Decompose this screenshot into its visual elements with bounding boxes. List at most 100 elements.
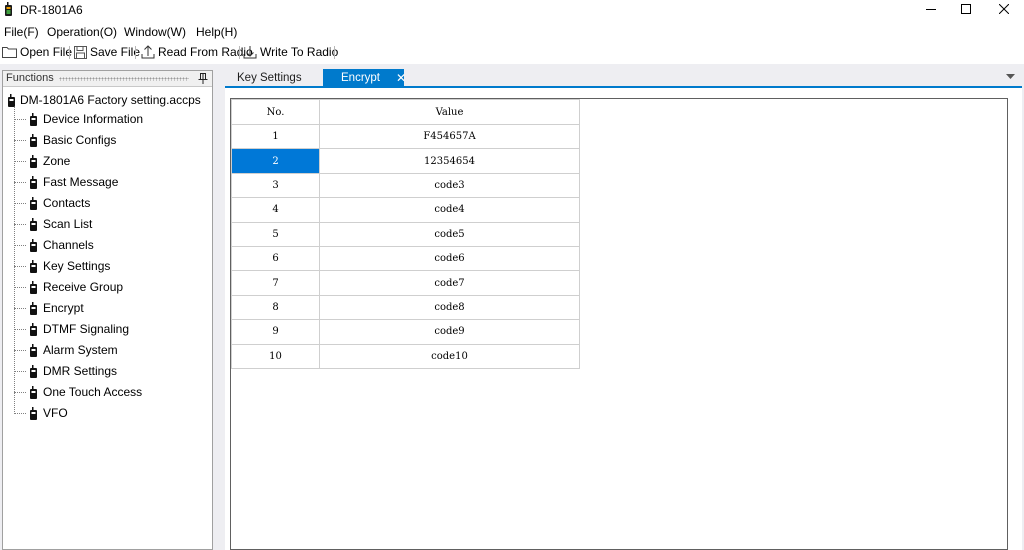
write-to-radio-button[interactable]: Write To Radio (243, 44, 338, 60)
tree-item-encrypt[interactable]: Encrypt (14, 299, 84, 317)
table-row[interactable]: 4 code4 (231, 197, 580, 223)
tree-item-label: Scan List (43, 217, 93, 231)
tree-item-scan-list[interactable]: Scan List (14, 215, 92, 233)
menu-window[interactable]: Window(W) (124, 25, 186, 39)
tab-encrypt-label: Encrypt (341, 71, 380, 84)
cell-no[interactable]: 2 (231, 148, 320, 174)
cell-value[interactable]: code9 (319, 319, 580, 345)
tree-item-label: Key Settings (43, 259, 111, 273)
radio-icon (30, 112, 37, 126)
tree-item-label: DMR Settings (43, 364, 118, 378)
toolbar: Open File Save File Read From Radio Writ… (0, 42, 1024, 62)
cell-value[interactable]: code3 (319, 172, 580, 199)
functions-panel-title: Functions (6, 72, 54, 84)
close-tab-icon[interactable]: ✕ (396, 71, 406, 85)
tree-item-zone[interactable]: Zone (14, 152, 70, 170)
menu-help[interactable]: Help(H) (196, 25, 237, 39)
tree-root-file[interactable]: DM-1801A6 Factory setting.accps (7, 93, 201, 107)
table-row[interactable]: 8 code8 (231, 294, 580, 321)
window-title: DR-1801A6 (20, 3, 83, 17)
tree-item-label: Contacts (43, 196, 91, 210)
cell-value[interactable]: code4 (319, 197, 580, 223)
cell-value[interactable]: code10 (319, 343, 580, 369)
save-file-button[interactable]: Save File (74, 44, 140, 60)
tree-item-label: Receive Group (43, 280, 124, 294)
table-row[interactable]: 5 code5 (231, 221, 580, 247)
encrypt-document: No. Value 1 F454657A 2 12354654 3 code3 (225, 88, 1022, 550)
tab-key-settings[interactable]: Key Settings (229, 69, 321, 86)
cell-value[interactable]: code5 (319, 221, 580, 247)
pin-icon[interactable] (197, 72, 209, 85)
tree-item-fast-message[interactable]: Fast Message (14, 173, 118, 191)
cell-no[interactable]: 8 (231, 294, 320, 321)
table-row[interactable]: 3 code3 (231, 172, 580, 199)
minimize-button[interactable] (914, 0, 948, 18)
tree-item-dtmf-signaling[interactable]: DTMF Signaling (14, 320, 129, 338)
menu-file[interactable]: File(F) (4, 25, 39, 39)
cell-no[interactable]: 5 (231, 221, 320, 247)
functions-panel-header[interactable]: Functions (3, 71, 212, 87)
tree-item-basic-configs[interactable]: Basic Configs (14, 131, 116, 149)
table-row[interactable]: 7 code7 (231, 270, 580, 296)
cell-value[interactable]: F454657A (319, 123, 580, 150)
read-from-radio-button[interactable]: Read From Radio (141, 44, 253, 60)
radio-icon (30, 364, 37, 378)
tree-item-contacts[interactable]: Contacts (14, 194, 90, 212)
column-header-value[interactable]: Value (319, 99, 580, 125)
cell-no[interactable]: 9 (231, 319, 320, 345)
cell-no[interactable]: 6 (231, 245, 320, 272)
radio-icon (30, 217, 37, 231)
tree-item-label: Encrypt (43, 301, 84, 315)
radio-icon (8, 93, 15, 107)
radio-icon (30, 175, 37, 189)
menu-bar: File(F) Operation(O) Window(W) Help(H) (0, 22, 1024, 42)
toolbar-separator (135, 46, 136, 59)
cell-value[interactable]: code8 (319, 294, 580, 321)
tab-encrypt[interactable]: Encrypt ✕ (323, 69, 406, 86)
cell-no[interactable]: 7 (231, 270, 320, 296)
column-header-no[interactable]: No. (231, 99, 320, 125)
tree-root-label: DM-1801A6 Factory setting.accps (20, 93, 201, 107)
radio-icon (30, 406, 37, 420)
table-row-selected[interactable]: 2 12354654 (231, 148, 580, 174)
tree-item-alarm-system[interactable]: Alarm System (14, 341, 118, 359)
radio-icon (30, 259, 37, 273)
table-row[interactable]: 10 code10 (231, 343, 580, 369)
tree-item-dmr-settings[interactable]: DMR Settings (14, 362, 117, 380)
toolbar-separator (239, 46, 240, 59)
table-row[interactable]: 9 code9 (231, 319, 580, 345)
tree-item-label: Fast Message (43, 175, 119, 189)
cell-no[interactable]: 1 (231, 123, 320, 150)
cell-value[interactable]: code6 (319, 245, 580, 272)
tab-key-settings-label: Key Settings (237, 71, 302, 84)
maximize-button[interactable] (949, 0, 983, 18)
cell-value[interactable]: code7 (319, 270, 580, 296)
tree-item-key-settings[interactable]: Key Settings (14, 257, 110, 275)
tree-item-label: DTMF Signaling (43, 322, 130, 336)
table-row[interactable]: 6 code6 (231, 245, 580, 272)
open-file-button[interactable]: Open File (2, 44, 72, 60)
radio-icon (30, 343, 37, 357)
tree-item-label: Device Information (43, 112, 144, 126)
tree-item-channels[interactable]: Channels (14, 236, 94, 254)
table-row[interactable]: 1 F454657A (231, 123, 580, 150)
tree-item-device-information[interactable]: Device Information (14, 110, 143, 128)
radio-icon (30, 133, 37, 147)
chevron-down-icon[interactable] (1006, 74, 1015, 80)
tree-item-label: Channels (43, 238, 94, 252)
save-file-label: Save File (90, 45, 141, 59)
radio-icon (30, 154, 37, 168)
cell-no[interactable]: 10 (231, 343, 320, 369)
cell-no[interactable]: 3 (231, 172, 320, 199)
cell-no[interactable]: 4 (231, 197, 320, 223)
save-icon (74, 45, 87, 59)
tree-item-receive-group[interactable]: Receive Group (14, 278, 123, 296)
cell-value[interactable]: 12354654 (319, 148, 580, 174)
tree-item-vfo[interactable]: VFO (14, 404, 68, 422)
close-button[interactable] (987, 0, 1021, 18)
menu-operation[interactable]: Operation(O) (47, 25, 117, 39)
tree-item-one-touch-access[interactable]: One Touch Access (14, 383, 142, 401)
radio-icon (30, 385, 37, 399)
close-icon (999, 4, 1009, 14)
radio-icon (30, 322, 37, 336)
